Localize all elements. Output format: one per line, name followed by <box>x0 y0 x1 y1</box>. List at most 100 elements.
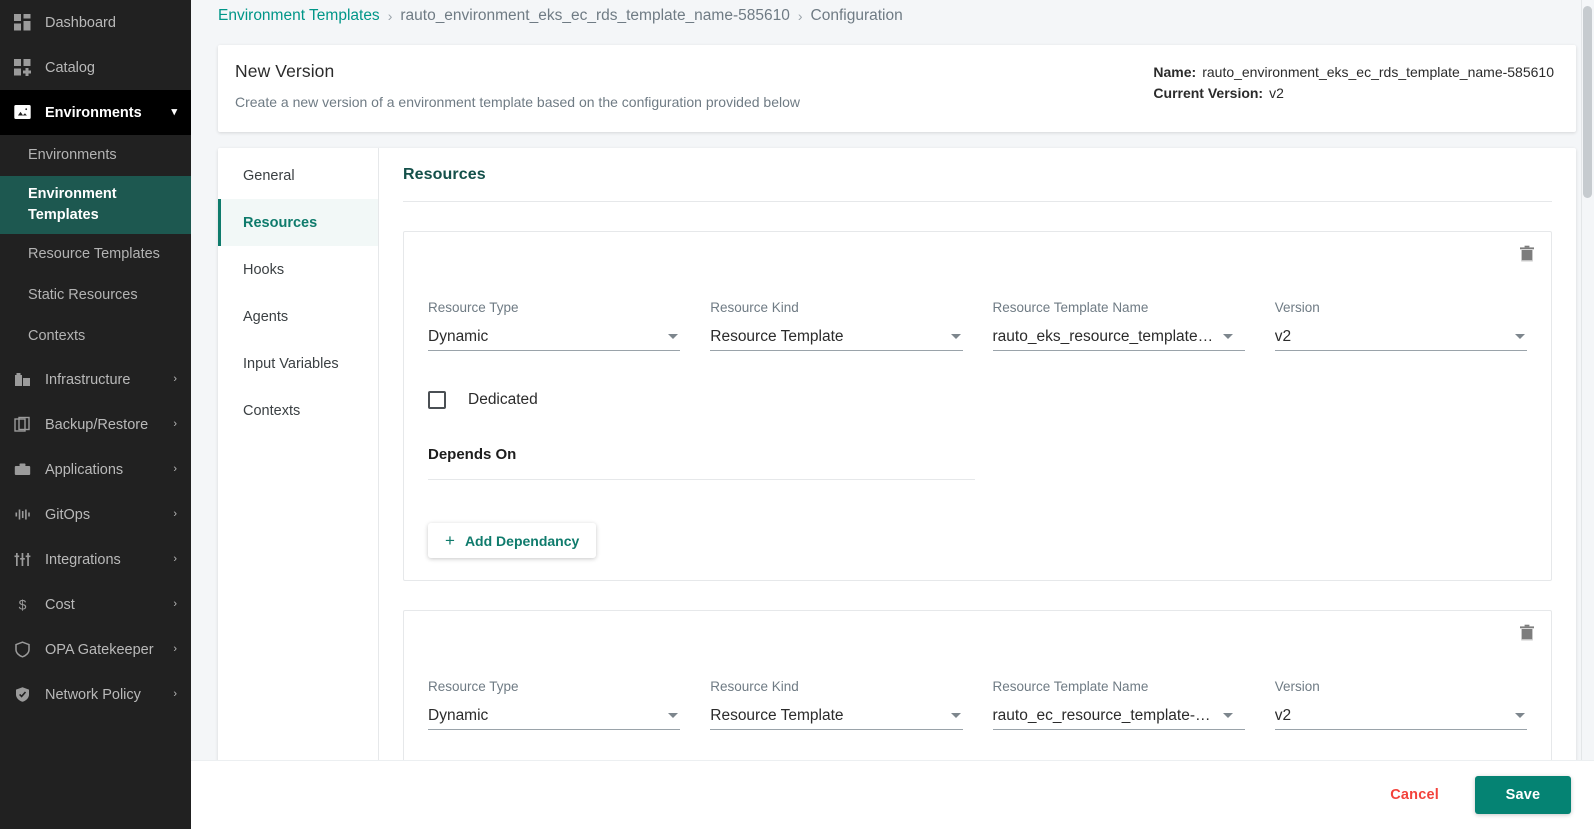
tab-hooks[interactable]: Hooks <box>218 246 378 293</box>
sidebar-item-cost[interactable]: $ Cost › <box>0 582 191 627</box>
depends-on-divider <box>428 479 975 480</box>
sidebar-item-integrations[interactable]: Integrations › <box>0 537 191 582</box>
panel-title: Resources <box>403 166 486 183</box>
chevron-right-icon: › <box>173 598 177 611</box>
chevron-down-icon <box>1222 712 1233 718</box>
chevron-right-icon: › <box>173 373 177 386</box>
copy-icon <box>12 415 32 435</box>
shield-icon <box>12 640 32 660</box>
plus-icon: + <box>445 531 455 550</box>
trash-icon[interactable] <box>1517 622 1537 642</box>
field-resource-template-name: Resource Template Name rauto_eks_resourc… <box>992 300 1245 351</box>
dedicated-checkbox[interactable] <box>428 391 446 409</box>
page-subtitle: Create a new version of a environment te… <box>235 94 801 110</box>
sidebar-item-network-policy[interactable]: Network Policy › <box>0 672 191 717</box>
sidebar-item-gitops[interactable]: GitOps › <box>0 492 191 537</box>
sidebar-item-label: Network Policy <box>45 686 141 703</box>
chevron-right-icon: › <box>173 688 177 701</box>
page-scrollbar-thumb[interactable] <box>1583 6 1592 198</box>
cancel-button[interactable]: Cancel <box>1366 777 1463 813</box>
content-scroll-area: Environment Templates › rauto_environmen… <box>191 0 1594 760</box>
resource-template-name-select[interactable]: rauto_ec_resource_template-… <box>992 703 1245 730</box>
field-label: Version <box>1274 300 1320 315</box>
field-version: Version v2 <box>1274 679 1527 730</box>
template-name-row: Name: rauto_environment_eks_ec_rds_templa… <box>1153 64 1554 80</box>
template-name-value: rauto_environment_eks_ec_rds_template_na… <box>1202 64 1554 80</box>
version-select[interactable]: v2 <box>1274 324 1527 351</box>
resource-card-toolbar <box>418 243 1537 265</box>
form-action-bar: Cancel Save <box>191 760 1594 829</box>
field-label: Resource Kind <box>710 300 799 315</box>
resource-card-toolbar <box>418 622 1537 644</box>
page-title: New Version <box>235 61 335 81</box>
sidebar-subnav-environments: Environments Environment Templates Resou… <box>0 135 191 358</box>
breadcrumb-separator: › <box>797 8 803 24</box>
resource-type-select[interactable]: Dynamic <box>428 324 681 351</box>
current-version-row: Current Version: v2 <box>1153 85 1554 101</box>
field-label: Resource Type <box>428 300 519 315</box>
sidebar-item-backup-restore[interactable]: Backup/Restore › <box>0 402 191 447</box>
breadcrumb-template-name[interactable]: rauto_environment_eks_ec_rds_template_na… <box>400 7 789 25</box>
sidebar-item-label: Dashboard <box>45 14 116 31</box>
add-dependancy-button[interactable]: + Add Dependancy <box>428 523 597 558</box>
depends-on-heading: Depends On <box>428 446 517 463</box>
sidebar-subitem-static-resources[interactable]: Static Resources <box>0 275 191 316</box>
select-value: rauto_eks_resource_template… <box>992 328 1214 345</box>
sidebar-item-dashboard[interactable]: Dashboard <box>0 0 191 45</box>
tab-input-variables[interactable]: Input Variables <box>218 340 378 387</box>
resource-kind-select[interactable]: Resource Template <box>710 324 963 351</box>
tab-contexts[interactable]: Contexts <box>218 387 378 434</box>
shield-check-icon <box>12 685 32 705</box>
sidebar-subitem-environments[interactable]: Environments <box>0 135 191 176</box>
sidebar-item-infrastructure[interactable]: Infrastructure › <box>0 357 191 402</box>
resource-fields-row: Resource Type Dynamic Resource Kind Reso… <box>418 300 1537 351</box>
trash-icon[interactable] <box>1517 243 1537 263</box>
sidebar-item-label: Applications <box>45 461 124 478</box>
sidebar-item-applications[interactable]: Applications › <box>0 447 191 492</box>
sidebar-item-opa-gatekeeper[interactable]: OPA Gatekeeper › <box>0 627 191 672</box>
sidebar-item-catalog[interactable]: Catalog <box>0 45 191 90</box>
environments-image-icon <box>12 103 32 123</box>
chevron-right-icon: › <box>173 508 177 521</box>
chevron-down-icon <box>950 333 961 339</box>
resource-kind-select[interactable]: Resource Template <box>710 703 963 730</box>
select-value: Resource Template <box>710 707 844 724</box>
chevron-down-icon <box>668 333 679 339</box>
tab-agents[interactable]: Agents <box>218 293 378 340</box>
tab-label: Hooks <box>243 261 285 278</box>
field-label: Resource Template Name <box>992 679 1149 694</box>
tab-label: Input Variables <box>243 355 339 372</box>
field-resource-kind: Resource Kind Resource Template <box>710 679 963 730</box>
breadcrumb-separator: › <box>387 8 393 24</box>
breadcrumb: Environment Templates › rauto_environmen… <box>218 0 1576 31</box>
current-version-value: v2 <box>1269 85 1284 101</box>
tab-label: Contexts <box>243 402 301 419</box>
resource-template-name-select[interactable]: rauto_eks_resource_template… <box>992 324 1245 351</box>
field-label: Version <box>1274 679 1320 694</box>
chevron-right-icon: › <box>173 643 177 656</box>
sidebar-subitem-contexts[interactable]: Contexts <box>0 316 191 357</box>
breadcrumb-root[interactable]: Environment Templates <box>218 7 380 25</box>
select-value: Dynamic <box>428 707 489 724</box>
resource-type-select[interactable]: Dynamic <box>428 703 681 730</box>
chevron-right-icon: › <box>173 418 177 431</box>
sidebar-item-environments[interactable]: Environments ▾ <box>0 90 191 135</box>
sidebar-subitem-resource-templates[interactable]: Resource Templates <box>0 234 191 275</box>
app-root: Dashboard Catalog Environments ▾ Environ… <box>0 0 1594 829</box>
page-scrollbar[interactable] <box>1581 0 1594 760</box>
tab-label: Agents <box>243 308 289 325</box>
breadcrumb-current: Configuration <box>810 7 903 24</box>
resource-card: Resource Type Dynamic Resource Kind Reso… <box>403 610 1552 760</box>
new-version-header-card: New Version Create a new version of a en… <box>218 45 1576 132</box>
save-button[interactable]: Save <box>1475 776 1571 814</box>
version-select[interactable]: v2 <box>1274 703 1527 730</box>
tab-general[interactable]: General <box>218 152 378 199</box>
configuration-card: General Resources Hooks Agents Input Var… <box>218 148 1576 760</box>
template-name-key: Name: <box>1153 64 1197 80</box>
main-sidebar: Dashboard Catalog Environments ▾ Environ… <box>0 0 191 829</box>
tab-resources[interactable]: Resources <box>218 199 378 246</box>
resources-panel: Resources Resource Type Dynamic Resource… <box>379 148 1576 760</box>
sidebar-item-label: GitOps <box>45 506 91 523</box>
sidebar-subitem-environment-templates[interactable]: Environment Templates <box>0 176 191 235</box>
sidebar-subitem-label: Resource Templates <box>28 246 160 263</box>
